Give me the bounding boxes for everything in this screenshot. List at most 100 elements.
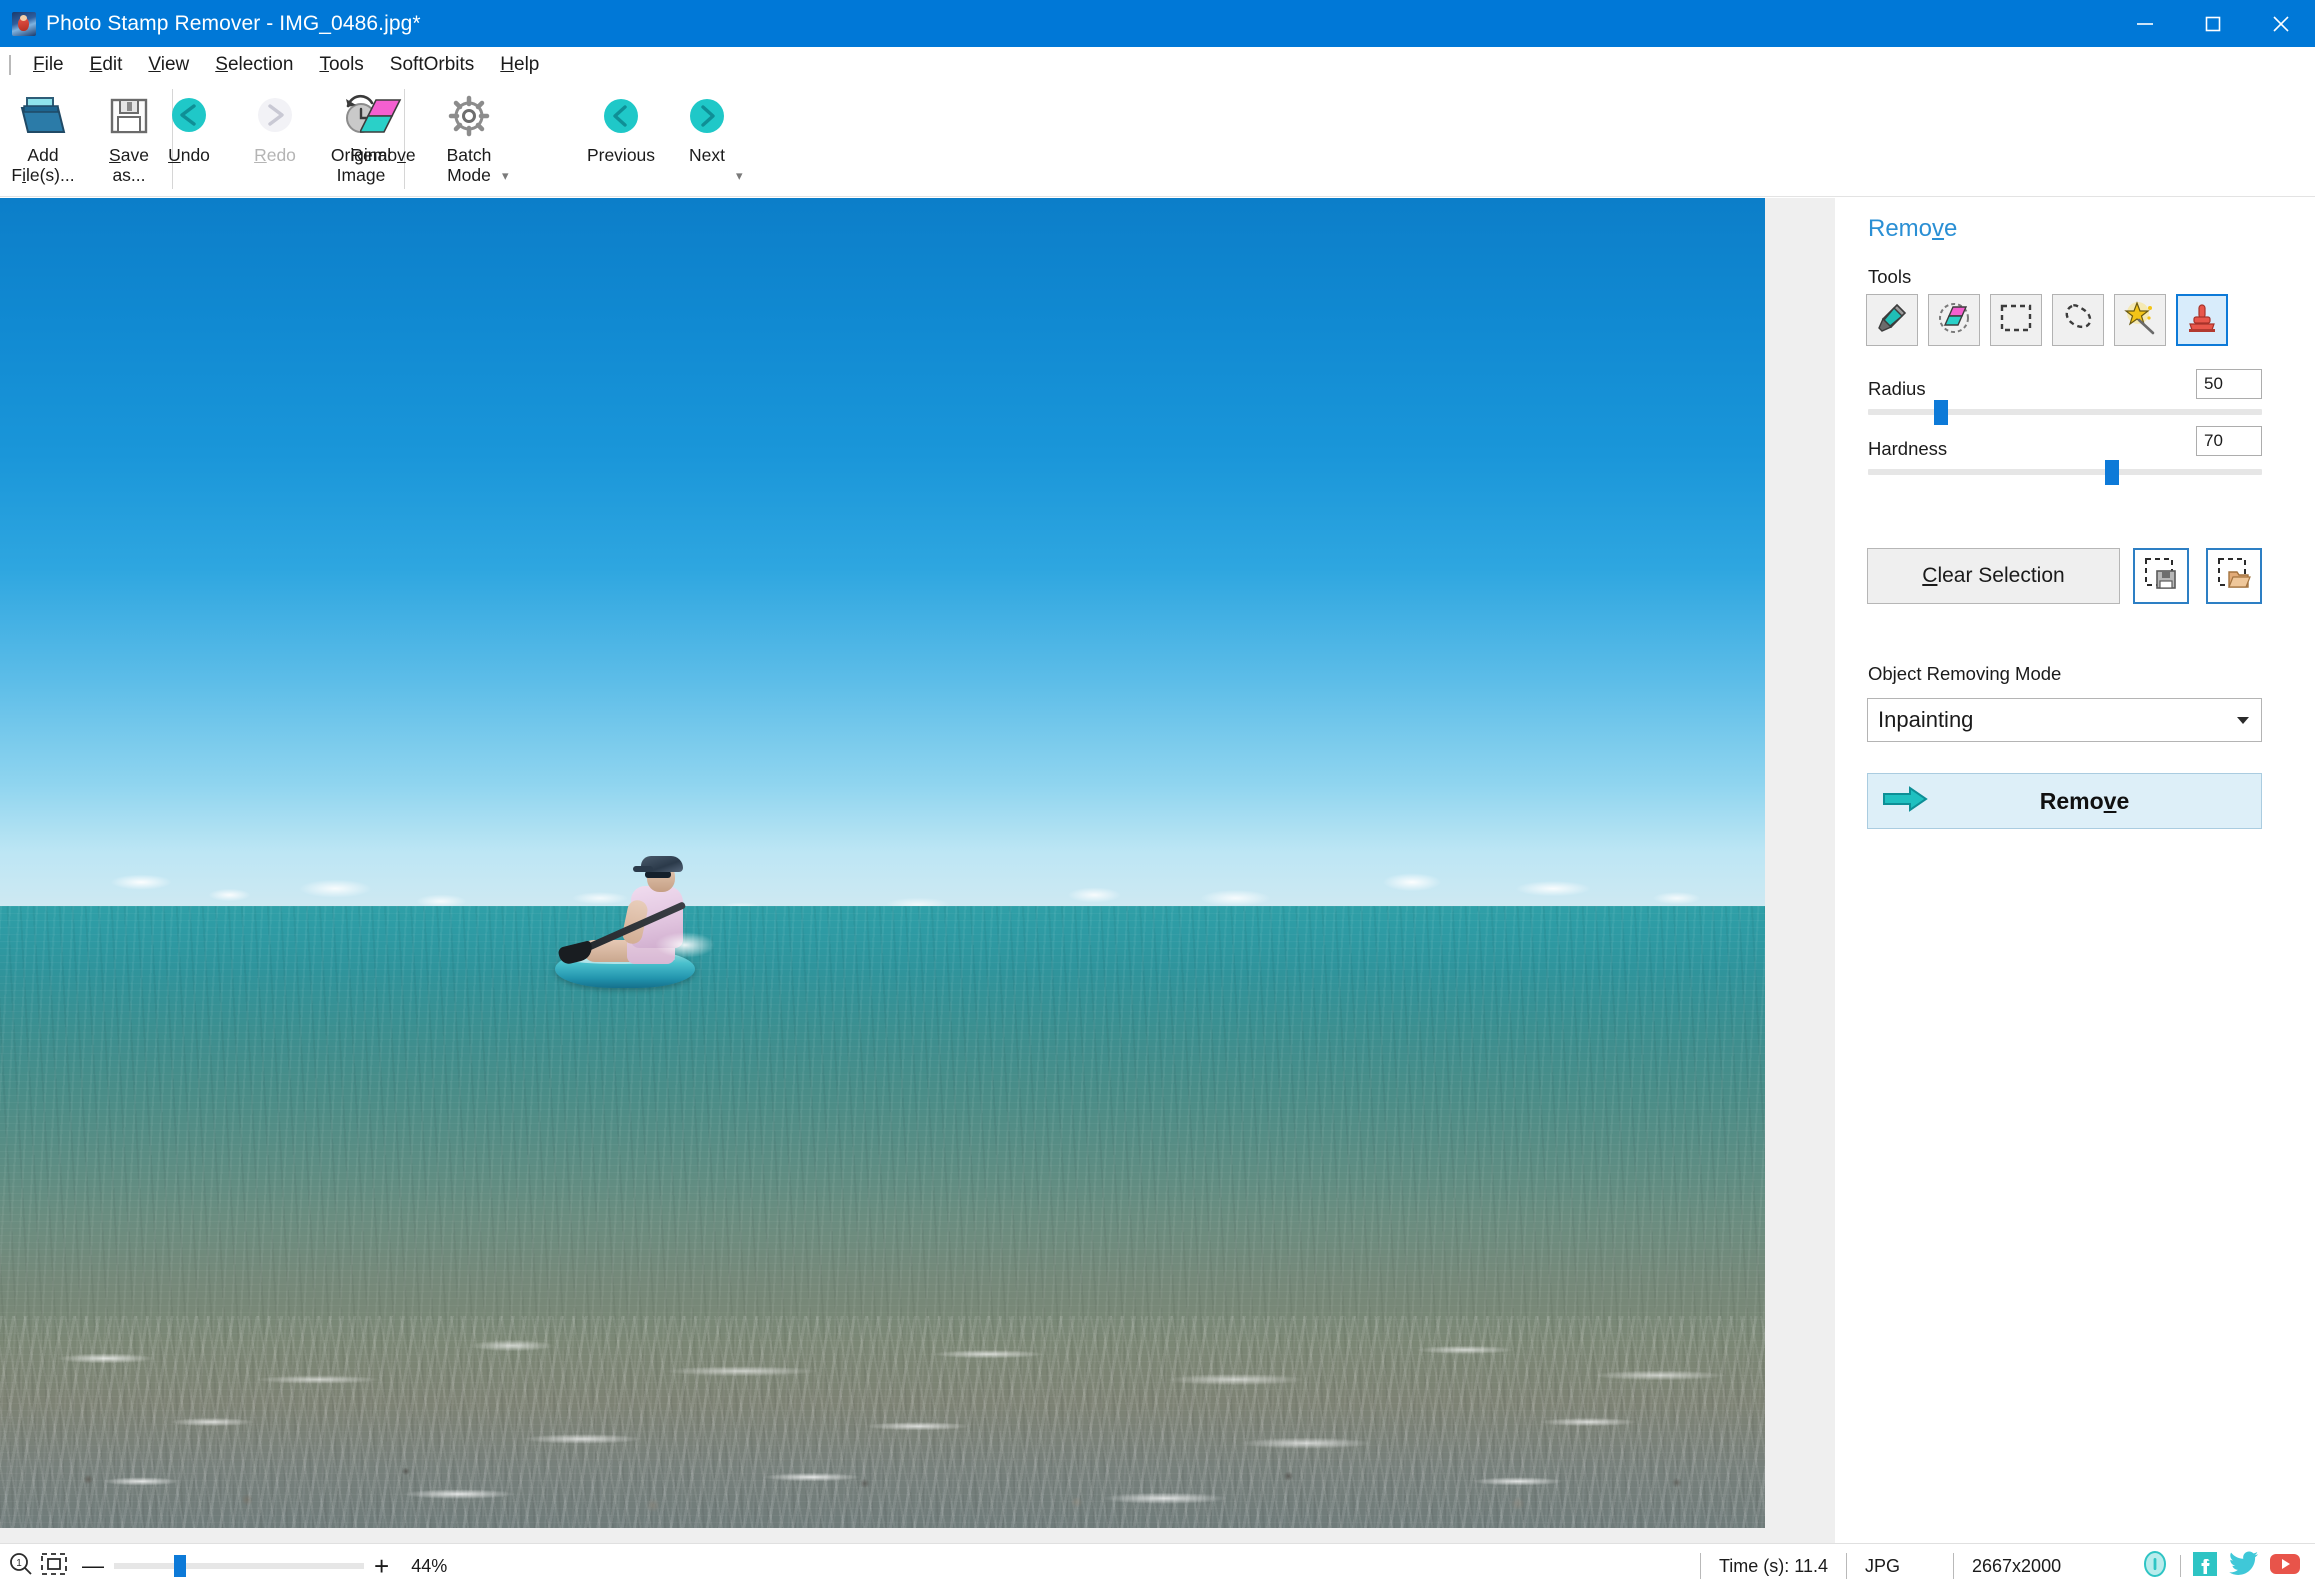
marker-stroke-icon <box>360 89 406 143</box>
add-files-button[interactable]: Add File(s)... <box>0 83 86 193</box>
remove-apply-label: Remove <box>2039 787 2130 814</box>
twitter-icon[interactable] <box>2229 1550 2259 1583</box>
lasso-tool-button[interactable] <box>2052 294 2104 346</box>
object-removing-mode-value: Inpainting <box>1878 707 1974 732</box>
object-removing-mode-label: Object Removing Mode <box>1868 663 2062 684</box>
open-folder-icon <box>18 89 68 143</box>
sea-region <box>0 905 1765 1528</box>
hardness-slider-thumb[interactable] <box>2105 460 2119 485</box>
toolbar-overflow-chevron-1[interactable]: ▾ <box>502 169 509 182</box>
selection-open-icon <box>2217 557 2251 596</box>
eraser-tool-button[interactable] <box>1928 294 1980 346</box>
add-files-label: Add File(s)... <box>11 145 75 185</box>
chevron-left-circle-icon <box>598 89 644 143</box>
subject-sunglasses <box>645 871 671 878</box>
load-selection-button[interactable] <box>2206 548 2262 604</box>
hardness-label: Hardness <box>1868 438 1948 459</box>
radius-slider-thumb[interactable] <box>1934 400 1948 425</box>
remove-apply-button[interactable]: Remove <box>1867 773 2262 829</box>
magic-wand-tool-button[interactable] <box>2114 294 2166 346</box>
status-separator-1 <box>1699 1553 1701 1579</box>
window-controls <box>2111 0 2315 47</box>
eraser-icon <box>1936 300 1972 341</box>
arrow-right-icon <box>1882 785 1928 818</box>
floppy-save-icon <box>107 89 151 143</box>
tools-label: Tools <box>1868 266 1912 287</box>
app-photo-icon <box>12 11 36 36</box>
chevron-down-icon[interactable] <box>2237 716 2249 724</box>
remove-tool-button[interactable]: Remove <box>340 83 426 193</box>
zoom-slider-thumb[interactable] <box>174 1555 186 1577</box>
radius-value[interactable]: 50 <box>2196 369 2262 399</box>
menu-tools[interactable]: Tools <box>306 51 376 79</box>
redo-button: Redo <box>232 83 318 193</box>
panel-title: Remove <box>1868 215 1958 242</box>
status-bar: 1 — + 44% Time (s): 11.4 JPG 2667x2000 <box>0 1543 2315 1588</box>
redo-arrow-icon <box>252 89 298 143</box>
redo-label: Redo <box>254 145 296 165</box>
remove-tool-label: Remove <box>350 145 416 165</box>
hardness-slider-track <box>1868 469 2262 475</box>
maximize-button[interactable] <box>2179 0 2247 47</box>
menu-grip[interactable] <box>9 55 11 75</box>
toolbar-group-navigation: Previous Next ▾ <box>578 83 750 197</box>
hardness-slider[interactable] <box>1868 460 2262 485</box>
main-toolbar: Add File(s)... Save as... Undo Redo Orig… <box>0 83 2315 197</box>
undo-label: Undo <box>168 145 210 165</box>
pebble-region <box>0 1447 1765 1528</box>
zoom-out-button[interactable]: — <box>82 1553 104 1579</box>
zoom-slider[interactable] <box>114 1555 364 1577</box>
tools-row <box>1866 294 2228 346</box>
save-as-label: Save as... <box>109 145 149 185</box>
menu-bar: File Edit View Selection Tools SoftOrbit… <box>0 47 2315 83</box>
close-button[interactable] <box>2247 0 2315 47</box>
batch-mode-button[interactable]: Batch Mode <box>426 83 512 193</box>
window-title: Photo Stamp Remover - IMG_0486.jpg* <box>46 11 421 35</box>
info-icon[interactable] <box>2140 1549 2170 1584</box>
clone-stamp-icon <box>2185 301 2219 340</box>
radius-slider-track <box>1868 409 2262 415</box>
toolbar-overflow-chevron-2[interactable]: ▾ <box>736 169 743 182</box>
hardness-value[interactable]: 70 <box>2196 426 2262 456</box>
clear-selection-button[interactable]: Clear Selection <box>1867 548 2120 604</box>
minimize-button[interactable] <box>2111 0 2179 47</box>
time-status: Time (s): 11.4 <box>1718 1555 1828 1576</box>
social-separator <box>2180 1555 2181 1577</box>
selection-save-icon <box>2144 557 2178 596</box>
status-separator-2 <box>1846 1553 1847 1579</box>
fit-to-screen-icon[interactable] <box>40 1552 68 1581</box>
menu-edit[interactable]: Edit <box>77 51 136 79</box>
application-window: Photo Stamp Remover - IMG_0486.jpg* File… <box>0 0 2315 1588</box>
chevron-right-circle-icon <box>684 89 730 143</box>
youtube-icon[interactable] <box>2269 1552 2301 1581</box>
radius-slider[interactable] <box>1868 400 2262 425</box>
paddleboarder-subject <box>555 843 725 988</box>
menu-help[interactable]: Help <box>487 51 552 79</box>
object-removing-mode-select[interactable]: Inpainting <box>1867 698 2262 742</box>
radius-label: Radius <box>1868 378 1926 399</box>
previous-button[interactable]: Previous <box>578 83 664 193</box>
menu-view[interactable]: View <box>135 51 202 79</box>
rectangle-select-tool-button[interactable] <box>1990 294 2042 346</box>
subject-cap <box>633 856 683 872</box>
menu-file[interactable]: File <box>20 51 77 79</box>
zoom-level-value: 44% <box>411 1555 448 1576</box>
canvas-area[interactable] <box>0 198 1835 1543</box>
menu-softorbits[interactable]: SoftOrbits <box>377 51 487 79</box>
lasso-icon <box>2061 301 2095 340</box>
save-selection-button[interactable] <box>2133 548 2189 604</box>
social-links <box>2140 1549 2301 1584</box>
menu-selection[interactable]: Selection <box>202 51 306 79</box>
svg-text:1: 1 <box>16 1558 22 1569</box>
image-preview[interactable] <box>0 198 1765 1528</box>
undo-button[interactable]: Undo <box>146 83 232 193</box>
magic-wand-icon <box>2122 300 2158 341</box>
undo-arrow-icon <box>166 89 212 143</box>
zoom-in-button[interactable]: + <box>374 1551 389 1582</box>
zoom-one-to-one-icon[interactable]: 1 <box>8 1551 34 1582</box>
remove-panel: Remove Tools Radius 50 Hardness 70 Clear… <box>1835 198 2315 1543</box>
water-splash <box>655 932 715 958</box>
clone-stamp-tool-button[interactable] <box>2176 294 2228 346</box>
marker-tool-button[interactable] <box>1866 294 1918 346</box>
facebook-icon[interactable] <box>2191 1550 2219 1583</box>
